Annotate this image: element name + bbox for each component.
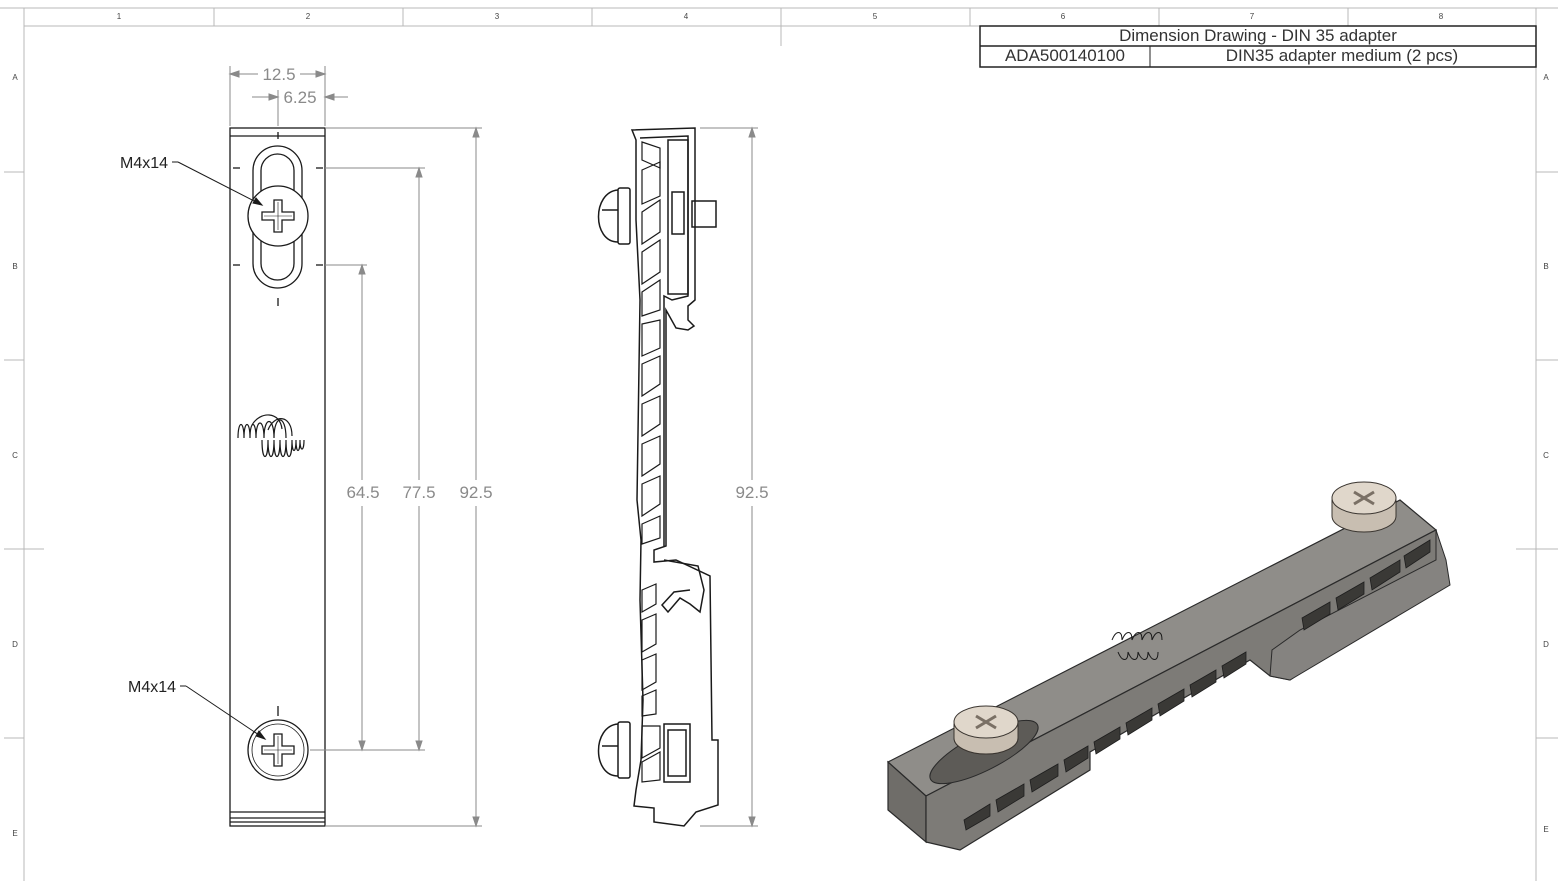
iso-screw-front-icon <box>953 705 1019 755</box>
screw-bottom-callout: M4x14 <box>128 679 176 696</box>
grid-col-6: 6 <box>1061 12 1066 21</box>
grid-column-labels: 1 2 3 4 5 6 7 8 <box>117 12 1444 21</box>
dim-slot-to-screw: 64.5 <box>346 483 379 502</box>
grid-row-c-right: C <box>1543 451 1549 460</box>
front-bottom-screw-icon <box>247 719 309 781</box>
side-view-ribs <box>641 141 661 783</box>
side-view: 92.5 <box>597 126 769 828</box>
part-description: DIN35 adapter medium (2 pcs) <box>1226 46 1458 65</box>
front-top-screw-icon <box>247 185 309 247</box>
grid-row-b-right: B <box>1543 262 1548 271</box>
dim-slot-span: 77.5 <box>402 483 435 502</box>
grid-row-e-right: E <box>1543 825 1548 834</box>
drawing-sheet: 1 2 3 4 5 6 7 8 A B C D E A B C D E Dime… <box>0 7 1558 881</box>
dim-overall-side: 92.5 <box>735 483 768 502</box>
grid-col-7: 7 <box>1250 12 1255 21</box>
sheet-border <box>0 7 1558 881</box>
dim-vertical-lines <box>310 126 482 828</box>
grid-row-e-left: E <box>12 829 17 838</box>
screw-top-callout: M4x14 <box>120 155 168 172</box>
grid-col-2: 2 <box>306 12 311 21</box>
grid-col-8: 8 <box>1439 12 1444 21</box>
title-block: Dimension Drawing - DIN 35 adapter ADA50… <box>979 25 1537 68</box>
dim-width: 12.5 <box>262 65 295 84</box>
isometric-view <box>886 481 1451 851</box>
brand-logo-icon <box>237 414 305 458</box>
grid-col-5: 5 <box>873 12 878 21</box>
grid-col-3: 3 <box>495 12 500 21</box>
grid-row-b-left: B <box>12 262 17 271</box>
grid-col-4: 4 <box>684 12 689 21</box>
dim-half-width: 6.25 <box>283 88 316 107</box>
grid-row-d-right: D <box>1543 640 1549 649</box>
dim-overall-front: 92.5 <box>459 483 492 502</box>
grid-row-c-left: C <box>12 451 18 460</box>
drawing-title: Dimension Drawing - DIN 35 adapter <box>1119 26 1397 45</box>
grid-row-d-left: D <box>12 640 18 649</box>
grid-row-labels: A B C D E A B C D E <box>12 73 1549 838</box>
iso-screw-back-icon <box>1331 481 1397 533</box>
front-view: 12.5 6.25 64.5 77.5 92.5 M4x14 M4x14 <box>120 65 493 828</box>
grid-row-a-right: A <box>1543 73 1549 82</box>
callout-leaders <box>172 161 267 740</box>
grid-col-1: 1 <box>117 12 122 21</box>
grid-row-a-left: A <box>12 73 18 82</box>
side-dim-lines <box>700 126 758 828</box>
part-number: ADA500140100 <box>1005 46 1125 65</box>
